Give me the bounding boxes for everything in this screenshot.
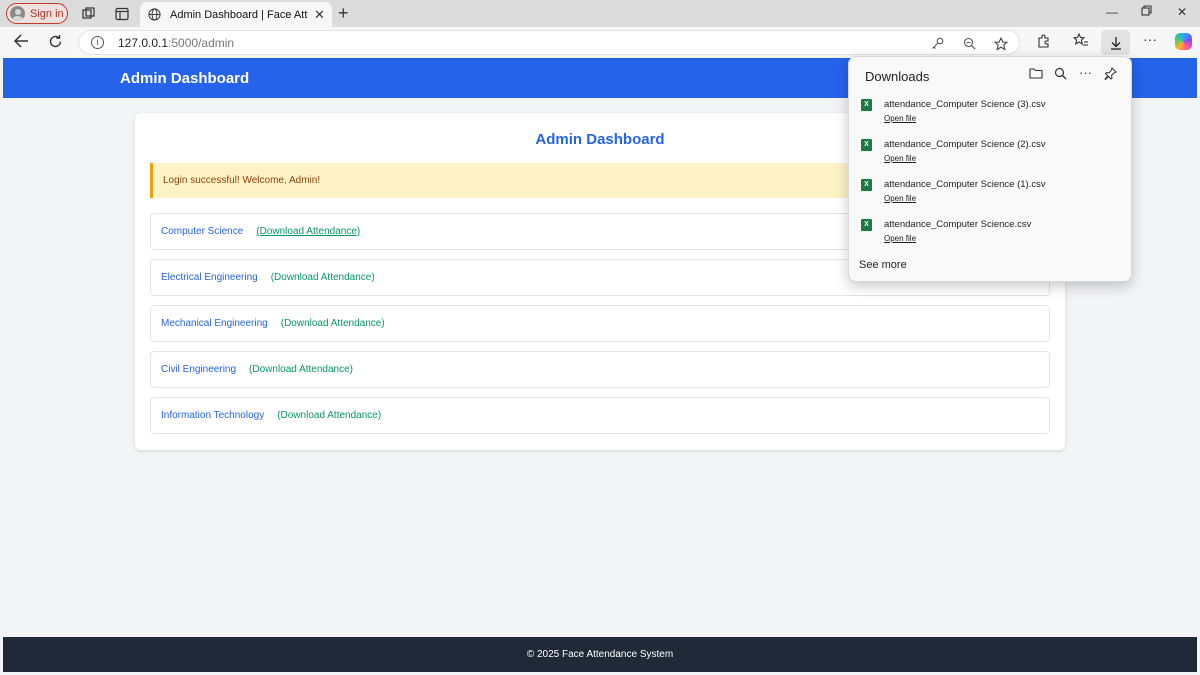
globe-icon — [148, 8, 161, 21]
download-attendance-link[interactable]: (Download Attendance) — [249, 364, 353, 375]
puzzle-icon[interactable] — [1036, 33, 1051, 51]
back-arrow-icon[interactable] — [13, 34, 29, 52]
open-file-link[interactable]: Open file — [884, 154, 916, 163]
pin-icon[interactable] — [1104, 67, 1117, 83]
download-item[interactable]: X attendance_Computer Science (2).csv Op… — [861, 138, 1121, 174]
department-row-mechanical-engineering: Mechanical Engineering (Download Attenda… — [150, 305, 1050, 342]
url-host: 127.0.0.1 — [118, 35, 169, 50]
excel-file-icon: X — [861, 139, 872, 151]
footer-text: © 2025 Face Attendance System — [526, 649, 674, 660]
download-item[interactable]: X attendance_Computer Science (1).csv Op… — [861, 178, 1121, 214]
open-file-link[interactable]: Open file — [884, 194, 916, 203]
download-item[interactable]: X attendance_Computer Science (3).csv Op… — [861, 98, 1121, 134]
search-icon[interactable] — [1054, 67, 1067, 83]
downloads-title: Downloads — [865, 69, 930, 84]
download-filename: attendance_Computer Science (1).csv — [884, 179, 1046, 190]
download-attendance-link[interactable]: (Download Attendance) — [256, 226, 360, 237]
page-footer: © 2025 Face Attendance System — [3, 637, 1197, 672]
profile-avatar-icon — [10, 6, 25, 21]
more-icon[interactable]: ··· — [1143, 31, 1157, 47]
sign-in-button[interactable]: Sign in — [6, 3, 68, 24]
download-filename: attendance_Computer Science (3).csv — [884, 99, 1046, 110]
see-more-link[interactable]: See more — [859, 259, 907, 271]
header-brand[interactable]: Admin Dashboard — [120, 70, 249, 87]
close-icon[interactable]: ✕ — [314, 7, 325, 23]
download-attendance-link[interactable]: (Download Attendance) — [281, 318, 385, 329]
download-attendance-link[interactable]: (Download Attendance) — [271, 272, 375, 283]
copilot-icon[interactable] — [1175, 33, 1192, 50]
folder-icon[interactable] — [1029, 67, 1043, 82]
excel-file-icon: X — [861, 219, 872, 231]
tab-admin-dashboard[interactable]: Admin Dashboard | Face Attendance System… — [140, 2, 332, 27]
department-name[interactable]: Computer Science — [161, 226, 243, 237]
download-filename: attendance_Computer Science (2).csv — [884, 139, 1046, 150]
zoom-icon[interactable] — [963, 37, 976, 53]
excel-file-icon: X — [861, 99, 872, 111]
download-attendance-link[interactable]: (Download Attendance) — [277, 410, 381, 421]
alert-text: Login successful! Welcome, Admin! — [163, 175, 321, 186]
browser-titlebar: Sign in Admin Dashboard | Face Attendanc… — [0, 0, 1200, 27]
address-bar[interactable]: i 127.0.0.1:5000/admin — [78, 30, 1020, 55]
minimize-icon[interactable]: — — [1106, 5, 1118, 19]
more-options-icon[interactable]: ··· — [1079, 65, 1092, 80]
plus-icon[interactable]: + — [338, 3, 349, 24]
department-name[interactable]: Information Technology — [161, 410, 264, 421]
browser-toolbar: i 127.0.0.1:5000/admin ··· — [0, 27, 1200, 58]
url-path: :5000/admin — [168, 35, 235, 50]
tab-actions-icon[interactable] — [113, 5, 130, 22]
download-icon[interactable] — [1101, 30, 1130, 55]
tab-title: Admin Dashboard | Face Attendance System — [170, 8, 308, 21]
info-icon[interactable]: i — [91, 36, 104, 49]
window-close-icon[interactable]: ✕ — [1177, 5, 1187, 19]
workspaces-icon[interactable] — [80, 5, 97, 22]
star-icon[interactable] — [993, 36, 1009, 54]
favorites-icon[interactable] — [1072, 32, 1089, 51]
department-name[interactable]: Mechanical Engineering — [161, 318, 268, 329]
department-row-information-technology: Information Technology (Download Attenda… — [150, 397, 1050, 434]
downloads-panel: Downloads ··· X attendance_Computer Scie… — [848, 56, 1132, 282]
refresh-icon[interactable] — [48, 34, 63, 53]
department-name[interactable]: Electrical Engineering — [161, 272, 258, 283]
sign-in-label: Sign in — [30, 7, 64, 20]
url-text: 127.0.0.1:5000/admin — [118, 36, 234, 50]
department-row-civil-engineering: Civil Engineering (Download Attendance) — [150, 351, 1050, 388]
open-file-link[interactable]: Open file — [884, 234, 916, 243]
download-item[interactable]: X attendance_Computer Science.csv Open f… — [861, 218, 1121, 254]
open-file-link[interactable]: Open file — [884, 114, 916, 123]
restore-icon[interactable] — [1141, 5, 1152, 19]
key-icon[interactable] — [931, 37, 944, 53]
download-filename: attendance_Computer Science.csv — [884, 219, 1032, 230]
department-name[interactable]: Civil Engineering — [161, 364, 236, 375]
excel-file-icon: X — [861, 179, 872, 191]
